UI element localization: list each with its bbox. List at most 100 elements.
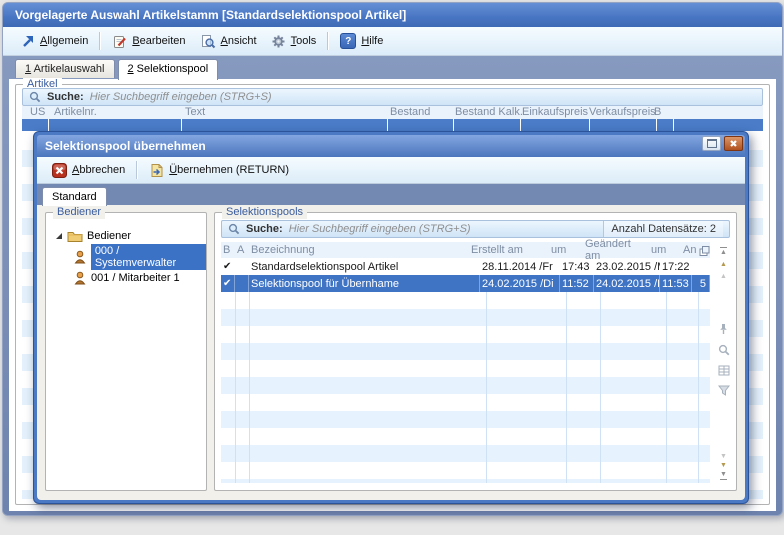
search-placeholder: Hier Suchbegriff eingeben (STRG+S) bbox=[289, 223, 471, 235]
scroll-to-top-icon[interactable]: ▲ bbox=[720, 247, 727, 257]
search-label: Suche: bbox=[246, 223, 283, 235]
pin-icon[interactable] bbox=[718, 323, 729, 335]
cell-an bbox=[692, 258, 710, 275]
artikel-table-header: US Artikelnr. Text Bestand Bestand Kalk.… bbox=[22, 106, 763, 119]
dialog-restore-button[interactable] bbox=[702, 136, 721, 151]
col-b[interactable]: B bbox=[221, 244, 235, 256]
apply-icon bbox=[149, 163, 164, 178]
tools-gear-icon bbox=[271, 34, 286, 49]
window-title: Vorgelagerte Auswahl Artikelstamm [Stand… bbox=[15, 8, 406, 22]
abbrechen-button[interactable]: Abbrechen bbox=[45, 160, 132, 181]
col-bestand-kalk[interactable]: Bestand Kalk. bbox=[455, 106, 523, 118]
dialog-title: Selektionspool übernehmen bbox=[45, 139, 206, 153]
col-erstellt-am[interactable]: Erstellt am bbox=[469, 244, 549, 256]
record-count: Anzahl Datensätze: 2 bbox=[603, 221, 723, 237]
cell-geaendert: 23.02.2015 /Mo bbox=[594, 258, 660, 275]
main-menubar: Allgemein Bearbeiten Ansicht Tools ? Hil… bbox=[3, 27, 782, 56]
tree-item-mitarbeiter1[interactable]: 001 / Mitarbeiter 1 bbox=[46, 267, 206, 288]
column-options-icon[interactable] bbox=[699, 246, 710, 257]
search-icon bbox=[29, 91, 41, 103]
scroll-up-alt-icon[interactable]: ▲ bbox=[720, 272, 727, 281]
uebernehmen-button[interactable]: Übernehmen (RETURN) bbox=[142, 160, 296, 181]
col-bestand[interactable]: Bestand bbox=[390, 106, 430, 118]
pools-table: B A Bezeichnung Erstellt am um Geändert … bbox=[221, 242, 710, 483]
scroll-down-alt-icon[interactable]: ▼ bbox=[720, 461, 727, 470]
tab-artikelauswahl[interactable]: 1 Artikelauswahl bbox=[15, 59, 115, 78]
menu-ansicht[interactable]: Ansicht bbox=[193, 31, 264, 52]
cell-um: 11:53 bbox=[660, 275, 692, 292]
restore-icon bbox=[707, 139, 717, 148]
col-an[interactable]: An bbox=[681, 244, 699, 256]
menu-allgemein[interactable]: Allgemein bbox=[13, 31, 95, 52]
filter-icon[interactable] bbox=[718, 385, 730, 396]
tab-standard[interactable]: Standard bbox=[42, 187, 107, 206]
table-row[interactable]: ✔ Standardselektionspool Artikel 28.11.2… bbox=[221, 258, 710, 275]
bediener-group-label: Bediener bbox=[53, 205, 105, 219]
search-label: Suche: bbox=[47, 91, 84, 103]
col-um-2[interactable]: um bbox=[649, 244, 681, 256]
table-row-selected[interactable]: ✔ Selektionspool für Übernhame 24.02.201… bbox=[221, 275, 710, 292]
user-icon bbox=[74, 250, 87, 264]
menu-allgemein-label: Allgemein bbox=[40, 35, 88, 47]
artikel-search-input[interactable]: Suche: Hier Suchbegriff eingeben (STRG+S… bbox=[22, 88, 763, 106]
col-um-1[interactable]: um bbox=[549, 244, 583, 256]
menu-ansicht-label: Ansicht bbox=[221, 35, 257, 47]
main-window: Vorgelagerte Auswahl Artikelstamm [Stand… bbox=[2, 2, 783, 516]
bearbeiten-icon bbox=[112, 34, 127, 49]
cell-um: 11:52 bbox=[560, 275, 594, 292]
col-b[interactable]: B bbox=[654, 106, 661, 118]
pools-table-empty-area bbox=[221, 292, 710, 483]
toolbar-separator bbox=[327, 32, 329, 50]
dialog-titlebar: Selektionspool übernehmen bbox=[37, 135, 745, 157]
help-icon: ? bbox=[340, 33, 356, 49]
selektionspool-dialog: Selektionspool übernehmen Abbrechen Über… bbox=[33, 131, 749, 504]
col-artikelnr[interactable]: Artikelnr. bbox=[54, 106, 97, 118]
menu-bearbeiten[interactable]: Bearbeiten bbox=[105, 31, 192, 52]
dialog-toolbar: Abbrechen Übernehmen (RETURN) bbox=[37, 157, 745, 184]
cell-an: 5 bbox=[692, 275, 710, 292]
scroll-down-icon[interactable]: ▼ bbox=[720, 452, 727, 461]
tab-selektionspool[interactable]: 2 Selektionspool bbox=[118, 59, 219, 80]
tree-expander-icon[interactable] bbox=[54, 231, 63, 240]
artikel-selected-row[interactable] bbox=[22, 119, 763, 131]
folder-icon bbox=[67, 229, 83, 242]
col-verkaufspreis[interactable]: Verkaufspreis bbox=[589, 106, 656, 118]
col-bezeichnung[interactable]: Bezeichnung bbox=[249, 244, 469, 256]
abbrechen-label: Abbrechen bbox=[72, 164, 125, 176]
scroll-up-icon[interactable]: ▲ bbox=[720, 260, 727, 269]
cancel-icon bbox=[52, 163, 67, 178]
col-a[interactable]: A bbox=[235, 244, 249, 256]
menu-tools-label: Tools bbox=[291, 35, 317, 47]
tree-item-systemverwalter[interactable]: 000 / Systemverwalter bbox=[46, 246, 206, 267]
dialog-close-button[interactable] bbox=[724, 136, 743, 151]
check-icon: ✔ bbox=[221, 275, 235, 292]
pools-search-input[interactable]: Suche: Hier Suchbegriff eingeben (STRG+S… bbox=[221, 220, 730, 238]
allgemein-arrow-icon bbox=[20, 34, 35, 49]
toolbar-separator bbox=[136, 161, 138, 179]
user-icon bbox=[74, 271, 87, 285]
grid-icon[interactable] bbox=[718, 365, 730, 376]
cell-bezeichnung: Standardselektionspool Artikel bbox=[249, 258, 480, 275]
cell-erstellt: 28.11.2014 /Fr bbox=[480, 258, 560, 275]
cell-um: 17:22 bbox=[660, 258, 692, 275]
menu-hilfe[interactable]: ? Hilfe bbox=[333, 30, 390, 52]
search-icon bbox=[228, 223, 240, 235]
col-einkaufspreis[interactable]: Einkaufspreis bbox=[522, 106, 588, 118]
uebernehmen-label: Übernehmen (RETURN) bbox=[169, 164, 289, 176]
cell-um: 17:43 bbox=[560, 258, 594, 275]
menu-bearbeiten-label: Bearbeiten bbox=[132, 35, 185, 47]
dialog-tab-band: Standard bbox=[37, 184, 745, 205]
scroll-to-bottom-icon[interactable]: ▼ bbox=[720, 470, 727, 480]
tree-item-label: 000 / Systemverwalter bbox=[91, 244, 206, 270]
bediener-tree: Bediener 000 / Systemverwalter 001 / Mit… bbox=[46, 213, 206, 288]
search-placeholder: Hier Suchbegriff eingeben (STRG+S) bbox=[90, 91, 272, 103]
cell-bezeichnung: Selektionspool für Übernhame bbox=[249, 275, 480, 292]
col-us[interactable]: US bbox=[30, 106, 45, 118]
tree-item-label: 001 / Mitarbeiter 1 bbox=[91, 272, 180, 284]
menu-hilfe-label: Hilfe bbox=[361, 35, 383, 47]
bediener-groupbox: Bediener Bediener 000 / Systemverwalter … bbox=[45, 212, 207, 491]
check-icon: ✔ bbox=[221, 258, 235, 275]
col-text[interactable]: Text bbox=[185, 106, 205, 118]
zoom-icon[interactable] bbox=[718, 344, 730, 356]
menu-tools[interactable]: Tools bbox=[264, 31, 324, 52]
